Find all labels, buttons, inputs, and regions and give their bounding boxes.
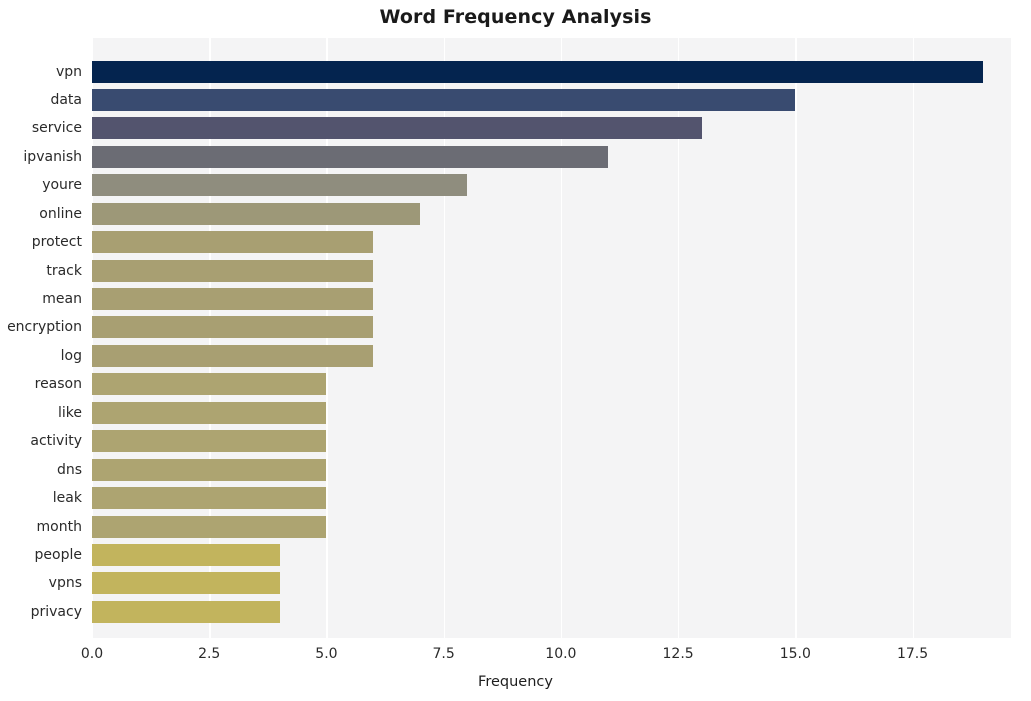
y-tick-label: data (50, 91, 82, 108)
x-axis-tick-labels: 0.0 2.5 5.0 7.5 10.0 12.5 15.0 17.5 (0, 645, 1031, 669)
x-tick-label: 2.5 (198, 646, 221, 662)
x-tick-label: 7.5 (432, 646, 455, 662)
x-tick-label: 17.5 (896, 646, 929, 662)
y-tick-label: dns (56, 461, 82, 478)
y-tick-label: vpns (48, 575, 82, 592)
y-tick-label: leak (52, 490, 82, 507)
y-tick-label: track (46, 262, 82, 279)
y-tick-label: youre (42, 177, 82, 194)
x-tick-label: 0.0 (80, 646, 104, 662)
y-tick-label: online (39, 205, 82, 222)
x-tick-label: 5.0 (315, 646, 338, 662)
y-tick-label: privacy (30, 603, 82, 620)
y-tick-label: like (57, 404, 82, 421)
y-tick-label: protect (31, 234, 82, 251)
y-tick-label: mean (42, 291, 82, 308)
x-axis-label: Frequency (478, 674, 553, 690)
y-tick-label: vpn (55, 63, 82, 80)
chart-figure: Word Frequency Analysis vpn data service ip… (0, 0, 1031, 701)
x-tick-label: 10.0 (545, 646, 577, 662)
y-tick-label: activity (30, 433, 82, 450)
x-tick-label: 15.0 (779, 646, 811, 662)
y-tick-label: ipvanish (23, 148, 82, 165)
y-tick-label: log (60, 347, 82, 364)
y-tick-label: encryption (7, 319, 82, 336)
y-axis-tick-labels: vpn data service ipvanish youre online protect… (0, 38, 1031, 638)
chart-title: Word Frequency Analysis (379, 6, 652, 28)
y-tick-label: reason (34, 376, 82, 393)
y-tick-label: month (36, 518, 82, 535)
x-tick-label: 12.5 (662, 646, 694, 662)
y-tick-label: service (31, 120, 82, 137)
y-tick-label: people (34, 546, 82, 563)
